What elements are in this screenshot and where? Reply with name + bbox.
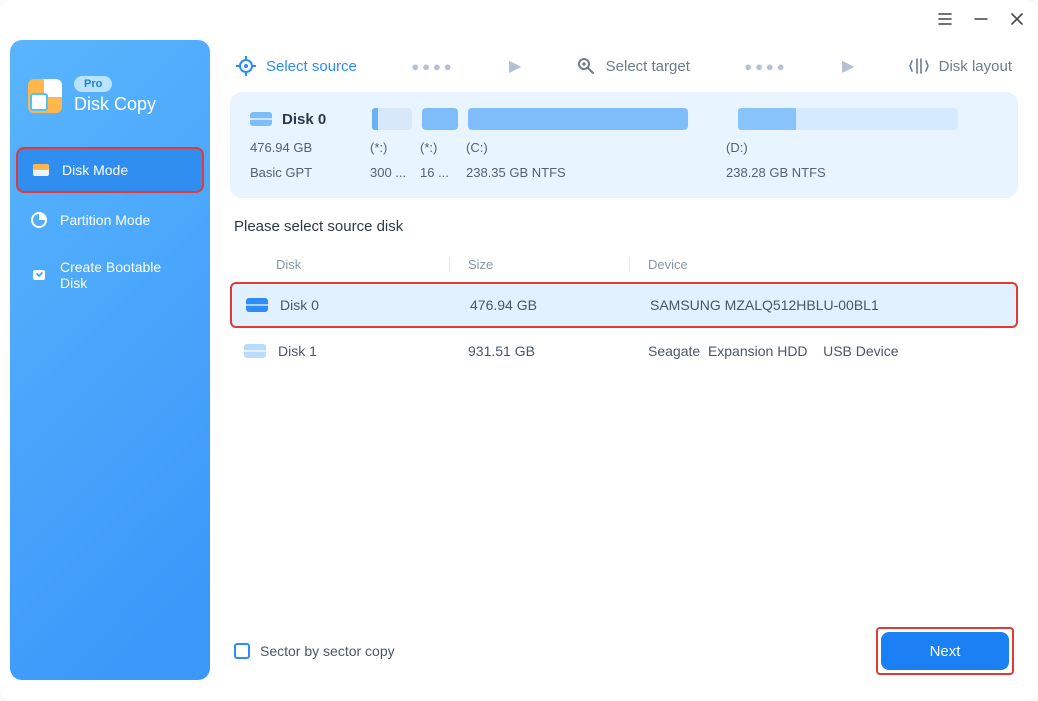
step-select-target[interactable]: Select target [576, 56, 690, 76]
partition-size: 16 ... [420, 165, 456, 180]
search-icon [576, 56, 596, 76]
header-device: Device [630, 257, 1018, 272]
partition-bar[interactable] [468, 108, 688, 130]
step-disk-layout[interactable]: Disk layout [909, 56, 1012, 76]
disk-scheme: Basic GPT [250, 165, 360, 180]
sidebar-item-partition-mode[interactable]: Partition Mode [16, 199, 204, 241]
section-title: Please select source disk [234, 218, 1018, 235]
disk-size: 476.94 GB [250, 140, 360, 155]
sidebar-item-disk-mode[interactable]: Disk Mode [16, 147, 204, 193]
checkbox-label: Sector by sector copy [260, 643, 395, 659]
disk-icon [244, 344, 266, 358]
sidebar-item-label: Partition Mode [60, 212, 150, 228]
disk-table-header: Disk Size Device [230, 247, 1018, 282]
partition-bar[interactable] [372, 108, 412, 130]
partition-size: 300 ... [370, 165, 410, 180]
disk-device: SAMSUNG MZALQ512HBLU-00BL1 [632, 297, 1016, 313]
disk-summary-panel: Disk 0 476.94 GB (*:) (*:) (C:) (D:) [230, 92, 1018, 198]
disk-row[interactable]: Disk 0 476.94 GB SAMSUNG MZALQ512HBLU-00… [230, 282, 1018, 328]
sector-copy-checkbox[interactable]: Sector by sector copy [234, 643, 395, 659]
target-icon [236, 56, 256, 76]
disk-size: 931.51 GB [450, 343, 630, 359]
step-label: Disk layout [939, 58, 1012, 75]
menu-icon[interactable] [936, 10, 954, 28]
dots-icon: ●●●● [744, 59, 787, 74]
dots-icon: ●●●● [411, 59, 454, 74]
step-select-source[interactable]: Select source [236, 56, 357, 76]
partition-letter: (D:) [726, 140, 946, 155]
logo-icon [28, 79, 62, 113]
next-button[interactable]: Next [881, 632, 1009, 670]
sidebar-item-create-bootable[interactable]: Create Bootable Disk [16, 247, 204, 303]
disk-title: Disk 0 [282, 111, 326, 128]
sidebar-item-label: Disk Mode [62, 162, 128, 178]
step-bar: Select source ●●●● ▶ Select target ●●●● … [230, 56, 1018, 92]
partition-letter: (*:) [370, 140, 410, 155]
sidebar: Pro Disk Copy Disk Mode Partition Mode C… [10, 40, 210, 680]
partition-letter: (*:) [420, 140, 456, 155]
sidebar-item-label: Create Bootable Disk [60, 259, 190, 291]
header-disk: Disk [230, 257, 450, 272]
chevron-right-icon: ▶ [509, 56, 521, 76]
partition-bar[interactable] [738, 108, 958, 130]
disk-row[interactable]: Disk 1 931.51 GB Seagate Expansion HDD U… [230, 328, 1018, 374]
disk-icon [32, 161, 50, 179]
step-label: Select source [266, 58, 357, 75]
close-icon[interactable] [1008, 10, 1026, 28]
partition-bar[interactable] [422, 108, 458, 130]
disk-icon [250, 112, 272, 126]
partition-letter: (C:) [466, 140, 686, 155]
usb-icon [30, 266, 48, 284]
chevron-right-icon: ▶ [842, 56, 854, 76]
pro-badge: Pro [74, 76, 112, 92]
disk-device: Seagate Expansion HDD USB Device [630, 343, 1018, 359]
disk-name: Disk 1 [278, 343, 317, 359]
partition-size: 238.28 GB NTFS [726, 165, 946, 180]
partition-size: 238.35 GB NTFS [466, 165, 686, 180]
header-size: Size [450, 257, 630, 272]
checkbox-icon [234, 643, 250, 659]
app-name: Disk Copy [74, 94, 156, 115]
step-label: Select target [606, 58, 690, 75]
disk-size: 476.94 GB [452, 297, 632, 313]
app-logo: Pro Disk Copy [10, 76, 210, 139]
disk-name: Disk 0 [280, 297, 319, 313]
layout-icon [909, 56, 929, 76]
disk-icon [246, 298, 268, 312]
minimize-icon[interactable] [972, 10, 990, 28]
chart-icon [30, 211, 48, 229]
